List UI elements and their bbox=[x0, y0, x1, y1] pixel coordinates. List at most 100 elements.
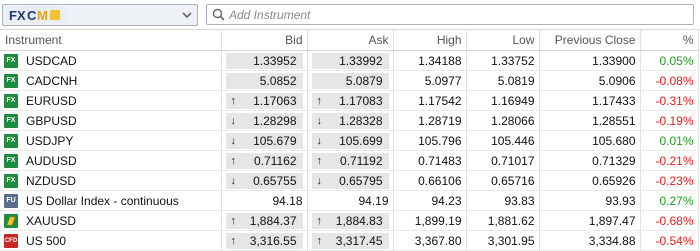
ask-value: 0.71192 bbox=[340, 153, 383, 168]
ask-value: 1,884.83 bbox=[335, 213, 383, 228]
table-row[interactable]: FX USDCAD 1.33952 1.33992 1.34188 1.33752 1.33… bbox=[0, 50, 699, 71]
instrument-cell[interactable]: CFD US 500 bbox=[0, 230, 222, 251]
table-row[interactable]: FX EURUSD ↑ 1.17063 ↑ 1.17083 1.17542 1.16949 1.… bbox=[0, 90, 699, 111]
previous-close-value: 105.680 bbox=[592, 133, 636, 148]
toolbar: FX C M bbox=[0, 0, 700, 29]
ask-cell[interactable]: 94.19 bbox=[307, 190, 394, 211]
bid-price-box[interactable]: ↓ 105.679 bbox=[225, 132, 303, 149]
bid-price-box[interactable]: 1.33952 bbox=[225, 52, 303, 69]
column-header-high[interactable]: High bbox=[393, 29, 467, 51]
ask-cell[interactable]: 1.33992 bbox=[307, 50, 394, 71]
bid-cell[interactable]: ↓ 0.65755 bbox=[221, 170, 308, 191]
column-header-bid[interactable]: Bid bbox=[221, 29, 308, 51]
previous-close-value: 1.17433 bbox=[592, 93, 636, 108]
bid-price-box[interactable]: 5.0852 bbox=[225, 72, 303, 89]
instrument-name: USDCAD bbox=[26, 53, 77, 68]
ask-price-box[interactable]: ↑ 1,884.83 bbox=[311, 212, 389, 229]
ask-cell[interactable]: ↑ 1.17083 bbox=[307, 90, 394, 111]
ask-price-box[interactable]: ↓ 105.699 bbox=[311, 132, 389, 149]
ask-cell[interactable]: ↑ 3,317.45 bbox=[307, 230, 394, 251]
search-box[interactable] bbox=[206, 4, 694, 25]
bid-price-box[interactable]: ↓ 0.65755 bbox=[225, 172, 303, 189]
high-value: 5.0977 bbox=[424, 73, 462, 88]
ask-value: 94.19 bbox=[358, 193, 389, 208]
table-row[interactable]: XAUUSD ↑ 1,884.37 ↑ 1,884.83 1,899.19 1,881.62… bbox=[0, 210, 699, 231]
previous-close-value: 93.93 bbox=[605, 193, 636, 208]
ask-cell[interactable]: 5.0879 bbox=[307, 70, 394, 91]
instrument-cell[interactable]: FX GBPUSD bbox=[0, 110, 222, 131]
low-cell: 1.33752 bbox=[466, 50, 540, 71]
ask-price-box[interactable]: ↑ 1.17083 bbox=[311, 92, 389, 109]
instrument-cell[interactable]: XAUUSD bbox=[0, 210, 222, 231]
ask-cell[interactable]: ↓ 1.28328 bbox=[307, 110, 394, 131]
bid-cell[interactable]: ↓ 105.679 bbox=[221, 130, 308, 151]
column-header-previous-close[interactable]: Previous Close bbox=[539, 29, 641, 51]
ask-price-box[interactable]: ↑ 3,317.45 bbox=[311, 232, 389, 249]
arrow-up-icon: ↑ bbox=[230, 154, 237, 167]
bid-cell[interactable]: ↓ 1.28298 bbox=[221, 110, 308, 131]
instrument-name: XAUUSD bbox=[26, 213, 77, 228]
column-header-instrument[interactable]: Instrument bbox=[0, 29, 222, 51]
high-value: 1.34188 bbox=[418, 53, 462, 68]
column-header-ask[interactable]: Ask bbox=[307, 29, 394, 51]
bid-price-box[interactable]: ↑ 1.17063 bbox=[225, 92, 303, 109]
bid-price-box[interactable]: ↑ 3,316.55 bbox=[225, 232, 303, 249]
instrument-cell[interactable]: FX NZDUSD bbox=[0, 170, 222, 191]
table-row[interactable]: FX CADCNH 5.0852 5.0879 5.0977 5.0819 5.0906 -0… bbox=[0, 70, 699, 91]
bid-cell[interactable]: ↑ 1,884.37 bbox=[221, 210, 308, 231]
instrument-cell[interactable]: FX USDJPY bbox=[0, 130, 222, 151]
percent-change-value: 0.05% bbox=[659, 53, 694, 68]
add-instrument-input[interactable] bbox=[229, 5, 669, 24]
previous-close-cell: 1.33900 bbox=[539, 50, 641, 71]
previous-close-cell: 3,334.88 bbox=[539, 230, 641, 251]
ask-value: 1.33992 bbox=[339, 53, 383, 68]
high-cell: 0.71483 bbox=[393, 150, 467, 171]
bid-cell[interactable]: ↑ 0.71162 bbox=[221, 150, 308, 171]
low-cell: 0.71017 bbox=[466, 150, 540, 171]
ask-cell[interactable]: ↑ 1,884.83 bbox=[307, 210, 394, 231]
bid-price-box[interactable]: ↑ 1,884.37 bbox=[225, 212, 303, 229]
watchlist-selector[interactable]: FX C M bbox=[2, 4, 198, 26]
instrument-cell[interactable]: FX AUDUSD bbox=[0, 150, 222, 171]
table-row[interactable]: CFD US 500 ↑ 3,316.55 ↑ 3,317.45 3,367.80 3,301… bbox=[0, 230, 699, 251]
bid-cell[interactable]: 1.33952 bbox=[221, 50, 308, 71]
search-icon bbox=[212, 8, 225, 21]
bid-price-box[interactable]: ↑ 0.71162 bbox=[225, 152, 303, 169]
percent-change-cell: -0.23% bbox=[640, 170, 699, 191]
previous-close-cell: 1.17433 bbox=[539, 90, 641, 111]
ask-cell[interactable]: ↑ 0.71192 bbox=[307, 150, 394, 171]
bid-price-box[interactable]: ↓ 1.28298 bbox=[225, 112, 303, 129]
instrument-name: EURUSD bbox=[26, 93, 77, 108]
bid-cell[interactable]: 5.0852 bbox=[221, 70, 308, 91]
instrument-cell[interactable]: FX CADCNH bbox=[0, 70, 222, 91]
instrument-name: CADCNH bbox=[26, 73, 78, 88]
table-row[interactable]: FU US Dollar Index - continuous 94.18 94.19… bbox=[0, 190, 699, 211]
bid-cell[interactable]: ↑ 1.17063 bbox=[221, 90, 308, 111]
table-row[interactable]: FX USDJPY ↓ 105.679 ↓ 105.699 105.796 105.446 10… bbox=[0, 130, 699, 151]
chevron-down-icon[interactable] bbox=[180, 8, 194, 22]
bid-cell[interactable]: ↑ 3,316.55 bbox=[221, 230, 308, 251]
low-cell: 5.0819 bbox=[466, 70, 540, 91]
svg-text:FX: FX bbox=[9, 8, 26, 23]
ask-price-box[interactable]: ↑ 0.71192 bbox=[311, 152, 389, 169]
high-cell: 105.796 bbox=[393, 130, 467, 151]
column-header-percent[interactable]: % bbox=[640, 29, 699, 51]
ask-price-box[interactable]: ↓ 0.65795 bbox=[311, 172, 389, 189]
column-header-low[interactable]: Low bbox=[466, 29, 540, 51]
table-row[interactable]: FX GBPUSD ↓ 1.28298 ↓ 1.28328 1.28719 1.28066 1.… bbox=[0, 110, 699, 131]
ask-cell[interactable]: ↓ 105.699 bbox=[307, 130, 394, 151]
instrument-cell[interactable]: FX EURUSD bbox=[0, 90, 222, 111]
high-cell: 0.66106 bbox=[393, 170, 467, 191]
ask-price-box[interactable]: 1.33992 bbox=[311, 52, 389, 69]
ask-price-box[interactable]: 5.0879 bbox=[311, 72, 389, 89]
bid-cell[interactable]: 94.18 bbox=[221, 190, 308, 211]
high-cell: 1.34188 bbox=[393, 50, 467, 71]
ask-cell[interactable]: ↓ 0.65795 bbox=[307, 170, 394, 191]
instrument-cell[interactable]: FU US Dollar Index - continuous bbox=[0, 190, 222, 211]
table-row[interactable]: FX NZDUSD ↓ 0.65755 ↓ 0.65795 0.66106 0.65716 0.… bbox=[0, 170, 699, 191]
instrument-cell[interactable]: FX USDCAD bbox=[0, 50, 222, 71]
fx-badge: FX bbox=[4, 153, 18, 168]
bid-value: 1,884.37 bbox=[249, 213, 297, 228]
table-row[interactable]: FX AUDUSD ↑ 0.71162 ↑ 0.71192 0.71483 0.71017 0.… bbox=[0, 150, 699, 171]
ask-price-box[interactable]: ↓ 1.28328 bbox=[311, 112, 389, 129]
